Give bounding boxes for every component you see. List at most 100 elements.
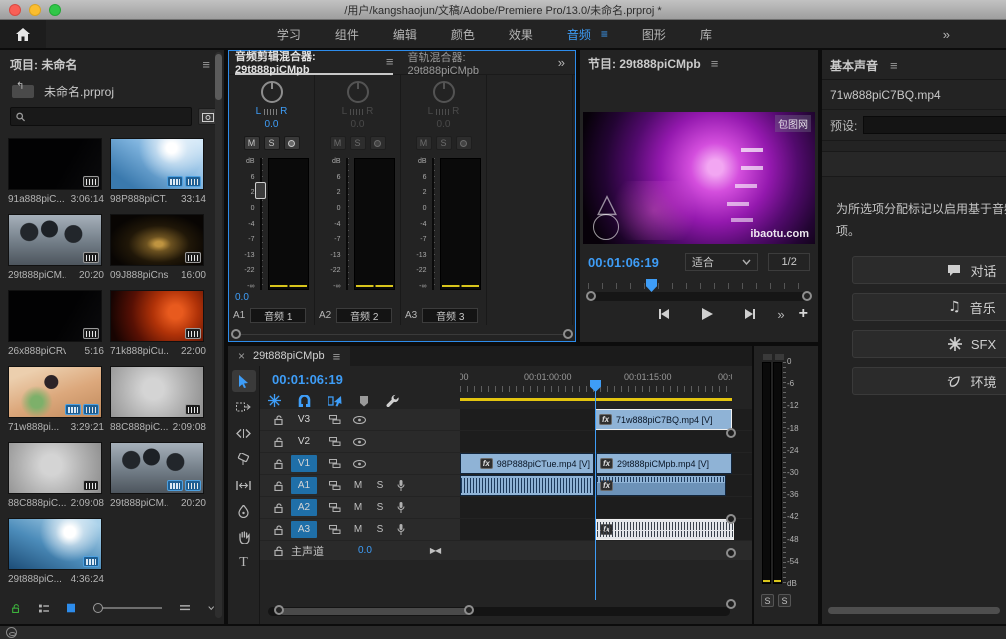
clip-thumbnail[interactable] (110, 214, 204, 266)
keyframe-toggle-button[interactable] (284, 136, 300, 150)
sync-lock-icon[interactable] (329, 437, 341, 446)
type-tool[interactable]: T (232, 552, 256, 574)
project-item[interactable]: 71k888piCu...22:00 (110, 290, 206, 360)
track-header-v2[interactable]: V2 (260, 431, 460, 452)
mic-icon[interactable] (397, 524, 405, 535)
track-a2-clips[interactable] (460, 497, 752, 518)
list-view-icon[interactable] (39, 603, 49, 614)
keyframe-toggle-button[interactable] (370, 136, 386, 150)
clip-thumbnail[interactable] (110, 290, 204, 342)
project-item[interactable]: 71w888pi...3:29:21 (8, 366, 104, 436)
timeline-clip-v1-left[interactable]: fx 98P888piCTue.mp4 [V] (460, 453, 594, 474)
project-bin-row[interactable]: 未命名.prproj (0, 77, 224, 102)
lock-icon[interactable] (274, 437, 283, 447)
clip-thumbnail[interactable] (8, 366, 102, 418)
project-writable-icon[interactable] (12, 602, 21, 615)
minimize-window-button[interactable] (29, 4, 41, 16)
volume-fader[interactable] (429, 158, 437, 290)
track-header-a2[interactable]: A2 M S (260, 497, 460, 518)
panel-menu-icon[interactable]: ≡ (711, 56, 719, 71)
track-a1-clips[interactable]: fx (460, 475, 752, 496)
vertical-scroll-handle-top[interactable] (726, 514, 736, 524)
workspace-tab-audio[interactable]: 音频 (567, 26, 591, 43)
workspace-tab-editing[interactable]: 编辑 (393, 26, 417, 43)
mic-icon[interactable] (397, 502, 405, 513)
sync-lock-icon[interactable] (329, 459, 341, 468)
sync-lock-icon[interactable] (329, 525, 341, 534)
transport-overflow-button[interactable]: » (777, 307, 784, 322)
workspace-tab-learn[interactable]: 学习 (277, 26, 301, 43)
workspace-tab-libraries[interactable]: 库 (700, 26, 712, 43)
track-visibility-eye-icon[interactable] (353, 416, 366, 424)
track-visibility-eye-icon[interactable] (353, 438, 366, 446)
project-item[interactable]: 88C888piC...2:09:08 (110, 366, 206, 436)
timeline-horizontal-scrollbar[interactable] (268, 607, 730, 616)
bowtie-keyframe-icon[interactable]: ▶◀ (430, 546, 440, 555)
clip-thumbnail[interactable] (110, 442, 204, 494)
zoom-level-select[interactable]: 适合 (685, 253, 759, 271)
solo-button[interactable]: S (436, 136, 452, 150)
pan-value[interactable]: 0.0 (437, 119, 451, 130)
clip-thumbnail[interactable] (8, 214, 102, 266)
meter-solo-right-button[interactable]: S (778, 594, 791, 607)
timeline-tab[interactable]: × 29t888piCMpb ≡ (228, 346, 350, 366)
timeline-clip-v1-right[interactable]: fx 29t888piCMpb.mp4 [V] (596, 453, 732, 474)
fader-handle[interactable] (255, 182, 266, 199)
track-v2-clips[interactable] (460, 431, 752, 452)
track-header-v3[interactable]: V3 (260, 409, 460, 430)
lock-icon[interactable] (274, 459, 283, 469)
track-name-button[interactable]: 音频 3 (422, 308, 478, 323)
program-video-frame[interactable]: △ 包图网 ibaotu.com (583, 112, 815, 244)
volume-fader[interactable] (343, 158, 351, 290)
close-tab-icon[interactable]: × (238, 349, 245, 363)
vertical-scroll-handle-mid[interactable] (726, 548, 736, 558)
track-a3-clips[interactable]: fx (460, 519, 752, 540)
project-scrollbar[interactable] (215, 52, 222, 618)
snap-magnet-icon[interactable] (298, 395, 311, 407)
track-v3-clips[interactable]: fx 71w888piC7BQ.mp4 [V] (460, 409, 752, 430)
track-solo-button[interactable]: S (375, 480, 385, 491)
timeline-playhead[interactable] (595, 380, 596, 600)
meter-solo-left-button[interactable]: S (761, 594, 774, 607)
track-visibility-eye-icon[interactable] (353, 460, 366, 468)
clip-thumbnail[interactable] (8, 518, 102, 570)
essential-sound-scrollbar[interactable] (828, 607, 1000, 614)
clip-thumbnail[interactable] (8, 138, 102, 190)
track-v1-clips[interactable]: fx 98P888piCTue.mp4 [V] fx 29t888piCMpb.… (460, 453, 752, 474)
project-panel-menu-icon[interactable]: ≡ (202, 57, 210, 72)
vertical-scroll-handle-bottom[interactable] (726, 599, 736, 609)
sync-lock-icon[interactable] (329, 503, 341, 512)
track-header-a1[interactable]: A1 M S (260, 475, 460, 496)
program-scrubber[interactable] (588, 283, 810, 301)
track-target-badge[interactable]: A3 (291, 521, 317, 538)
timeline-timecode[interactable]: 00:01:06:19 (272, 372, 343, 387)
tab-audio-clip-mixer[interactable]: 音频剪辑混合器: 29t888piCMpb ≡ (235, 51, 393, 75)
scrub-handle-right[interactable] (802, 291, 812, 301)
track-solo-button[interactable]: S (375, 502, 385, 513)
timeline-audio-clip-a1-right[interactable]: fx (596, 475, 726, 496)
dialogue-tag-button[interactable]: 对话 (852, 256, 1006, 284)
playback-resolution-select[interactable]: 1/2 (768, 253, 810, 271)
preset-input[interactable] (863, 116, 1006, 134)
tab-audio-track-mixer[interactable]: 音轨混合器: 29t888piCMpb (407, 51, 529, 75)
timeline-audio-clip-a3[interactable]: fx (596, 519, 734, 540)
thumbnail-zoom-slider[interactable] (93, 607, 161, 609)
program-playhead[interactable] (646, 279, 657, 292)
track-target-badge[interactable]: V1 (291, 455, 317, 472)
clip-thumbnail[interactable] (110, 138, 204, 190)
track-target-badge[interactable]: V3 (291, 411, 317, 428)
panel-menu-icon[interactable]: ≡ (386, 54, 394, 69)
sort-icon[interactable] (180, 604, 190, 612)
zoom-scroll-handle[interactable] (726, 428, 736, 438)
slip-tool[interactable] (232, 474, 256, 496)
step-forward-button[interactable] (736, 305, 762, 323)
lock-icon[interactable] (274, 481, 283, 491)
project-item[interactable]: 98P888piCT...33:14 (110, 138, 206, 208)
sfx-tag-button[interactable]: SFX (852, 330, 1006, 358)
close-window-button[interactable] (9, 4, 21, 16)
clip-thumbnail[interactable] (8, 290, 102, 342)
project-item[interactable]: 29t888piC...4:36:24 (8, 518, 104, 588)
panel-menu-icon[interactable]: ≡ (333, 349, 341, 364)
mixer-scrollbar[interactable] (229, 327, 575, 341)
track-mute-button[interactable]: M (353, 524, 363, 535)
